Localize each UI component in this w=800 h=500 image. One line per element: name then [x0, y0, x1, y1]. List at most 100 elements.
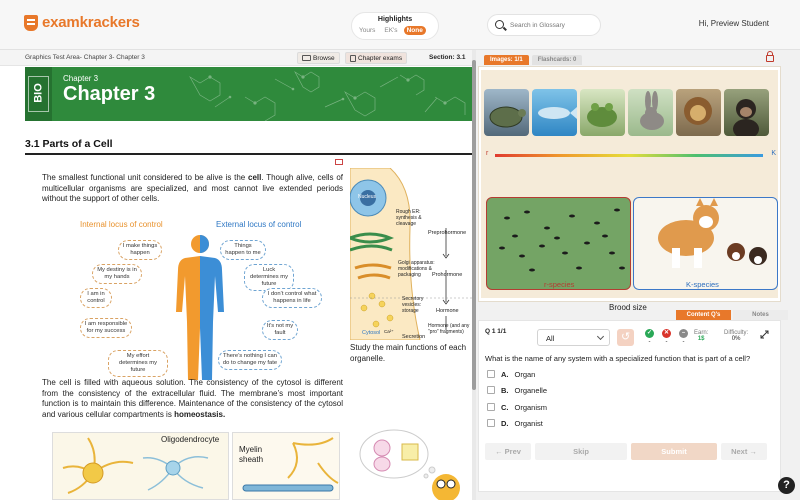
submit-label: Submit — [661, 447, 687, 456]
checkbox[interactable] — [487, 386, 495, 394]
help-button[interactable]: ? — [778, 477, 795, 494]
r-to-k-gradient: r K — [481, 150, 778, 162]
skipped-stat: – - — [679, 329, 688, 345]
label-hormone-fragments: Hormone (and any “pro” fragments) — [428, 323, 470, 335]
myelin-sheath-illustration: Myelin sheath — [232, 432, 340, 500]
thumb-rabbit — [628, 89, 673, 136]
user-greeting[interactable]: Hi, Preview Student — [699, 19, 769, 28]
next-button[interactable]: Next → — [721, 443, 767, 460]
image-link-icon[interactable] — [335, 159, 343, 165]
k-species-label: K-species — [686, 280, 719, 289]
question-filter-select[interactable]: All — [537, 329, 610, 346]
k-label: K — [771, 150, 776, 157]
oligodendrocyte-label: Oligodendrocyte — [161, 435, 220, 444]
skipped-count: - — [682, 339, 685, 345]
examkrackers-logo[interactable]: examkrackers — [24, 14, 140, 31]
cell-diagram-caption: Study the main functions of each organel… — [350, 343, 467, 363]
earn-info: Earn: 1$ — [694, 330, 708, 342]
reset-button[interactable] — [617, 329, 634, 346]
highlight-option-yours[interactable]: Yours — [356, 26, 378, 35]
exam-icon — [350, 54, 356, 62]
choice-text: Organism — [514, 402, 548, 412]
checkbox[interactable] — [487, 419, 495, 427]
term-homeostasis[interactable]: homeostasis. — [174, 410, 225, 419]
browse-button[interactable]: Browse — [297, 52, 340, 64]
label-hormone: Hormone — [436, 308, 459, 314]
checkbox[interactable] — [487, 370, 495, 378]
organism-thumbnails — [484, 89, 769, 136]
checkbox[interactable] — [487, 403, 495, 411]
cross-icon: ✕ — [662, 329, 671, 338]
internal-thought-2: My destiny is in my hands — [92, 264, 142, 284]
difficulty-value: 0% — [731, 336, 741, 342]
skip-button[interactable]: Skip — [535, 443, 627, 460]
glossary-search — [487, 14, 601, 36]
correct-stat: ✓ - — [645, 329, 654, 345]
thumb-turtle — [484, 89, 529, 136]
r-label: r — [486, 150, 489, 157]
external-thought-5: There’s nothing I can do to change my fa… — [218, 350, 282, 370]
internal-locus-title: Internal locus of control — [80, 220, 163, 229]
glossary-search-input[interactable] — [510, 19, 598, 32]
paragraph-cell-text-a: The smallest functional unit considered … — [42, 173, 249, 182]
tab-flashcards[interactable]: Flashcards: 0 — [531, 55, 583, 65]
answer-choice-b[interactable]: B. Organelle — [487, 384, 547, 396]
choice-text: Organelle — [514, 385, 548, 395]
choice-letter: C. — [501, 402, 509, 412]
highlight-option-eks[interactable]: EK's — [381, 26, 400, 35]
section-indicator: Section: 3.1 — [429, 54, 466, 61]
lock-icon[interactable] — [766, 51, 774, 62]
paragraph-cell: The smallest functional unit considered … — [42, 173, 343, 205]
myelin-drawing — [242, 437, 339, 492]
logo-text: examkrackers — [42, 14, 140, 31]
reading-pane: Graphics Test Area- Chapter 3- Chapter 3… — [0, 50, 476, 500]
tab-notes[interactable]: Notes — [733, 310, 788, 320]
k-species-image: K-species — [633, 197, 778, 290]
expand-icon[interactable] — [760, 330, 769, 339]
check-icon: ✓ — [645, 329, 654, 338]
side-pane: Images: 1/1 Flashcards: 0 r K r-species … — [476, 50, 800, 500]
correct-count: - — [648, 339, 651, 345]
top-bar: examkrackers Highlights Yours EK's None … — [0, 0, 800, 50]
tab-content-questions[interactable]: Content Q's — [676, 310, 731, 320]
question-number: Q 1 1/1 — [485, 328, 507, 335]
question-tabs: Content Q's Notes — [676, 310, 788, 320]
resource-tabs: Images: 1/1 Flashcards: 0 — [484, 55, 583, 65]
external-thought-2: Luck determines my future — [244, 264, 294, 291]
breadcrumb: Graphics Test Area- Chapter 3- Chapter 3 — [25, 54, 145, 61]
highlights-toggle: Highlights Yours EK's None — [351, 12, 439, 40]
next-label: Next — [731, 447, 748, 456]
internal-thought-5: My effort determines my future — [108, 350, 168, 377]
answer-choice-c[interactable]: C. Organism — [487, 401, 547, 413]
skip-label: Skip — [573, 447, 589, 456]
earn-value: 1$ — [697, 336, 705, 342]
arrow-left-icon: ← — [495, 447, 505, 456]
image-viewer[interactable]: r K r-species K-species Brood size — [478, 66, 781, 312]
section-divider — [25, 153, 472, 155]
bio-subject-badge: BIO — [25, 67, 52, 121]
answer-choice-a[interactable]: A. Organ — [487, 368, 535, 380]
thinking-brain-illustration — [359, 429, 460, 500]
choice-text: Organist — [514, 418, 543, 428]
submit-button[interactable]: Submit — [631, 443, 717, 460]
choice-text: Organ — [514, 369, 536, 379]
thumb-fish — [532, 89, 577, 136]
chevron-down-icon — [596, 332, 605, 341]
question-filter-value: All — [546, 334, 555, 343]
myelin-sheath-label: Myelin sheath — [239, 445, 264, 464]
chapter-exams-button[interactable]: Chapter exams — [345, 52, 408, 64]
label-secretory-vesicles: Secretory vesicles: storage — [402, 296, 424, 314]
answer-choice-d[interactable]: D. Organist — [487, 417, 543, 429]
tab-images[interactable]: Images: 1/1 — [484, 55, 529, 65]
external-thought-4: It’s not my fault — [262, 320, 298, 340]
term-cell[interactable]: cell — [248, 173, 261, 182]
prev-button[interactable]: ← Prev — [485, 443, 531, 460]
choice-letter: B. — [501, 385, 509, 395]
oligodendrocyte-illustration: Oligodendrocyte — [52, 432, 229, 500]
label-nucleus: Nucleus — [358, 194, 377, 200]
cell-secretion-diagram: Nucleus Rough ER: synthesis & cleavage P… — [350, 168, 472, 340]
brood-size-caption: Brood size — [609, 303, 647, 312]
highlight-option-none[interactable]: None — [403, 26, 426, 35]
search-icon — [495, 20, 504, 29]
molecule-pattern — [189, 71, 466, 121]
